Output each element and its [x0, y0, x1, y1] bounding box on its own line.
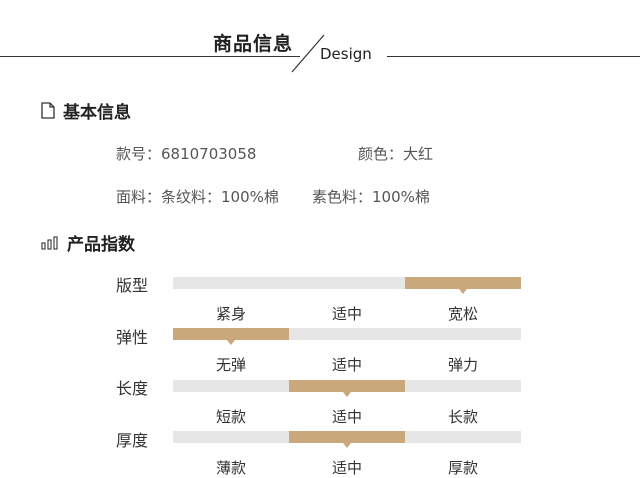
product-index-heading: 产品指数: [41, 230, 135, 255]
option-thickness-2: 厚款: [447, 459, 478, 477]
index-marker-fit: [405, 277, 521, 294]
plain-fabric-value: 素色料：100%棉: [312, 188, 430, 206]
index-track-elasticity: [173, 328, 521, 345]
index-label-thickness: 厚度: [116, 431, 149, 450]
basic-info-heading: 基本信息: [41, 98, 131, 123]
index-track-length: [173, 380, 521, 397]
product-index-title: 产品指数: [67, 235, 135, 255]
color-value: 颜色：大红: [358, 145, 434, 163]
option-fit-1: 适中: [331, 305, 362, 323]
option-elasticity-2: 弹力: [447, 356, 478, 374]
option-elasticity-1: 适中: [331, 356, 362, 374]
index-label-length: 长度: [116, 379, 149, 398]
index-marker-thickness: [289, 431, 405, 448]
style-number: 款号：6810703058: [116, 145, 257, 163]
option-thickness-1: 适中: [331, 459, 362, 477]
option-length-0: 短款: [215, 408, 246, 426]
option-thickness-0: 薄款: [215, 459, 246, 477]
index-marker-elasticity: [173, 328, 289, 345]
fabric-value: 面料：条纹料：100%棉: [116, 188, 279, 206]
header-line-left: [0, 56, 300, 57]
index-marker-length: [289, 380, 405, 397]
option-fit-0: 紧身: [215, 305, 246, 323]
index-label-elasticity: 弹性: [116, 328, 149, 347]
page-subtitle: Design: [320, 45, 372, 63]
page-title: 商品信息: [213, 33, 294, 55]
option-length-1: 适中: [331, 408, 362, 426]
option-fit-2: 宽松: [447, 305, 478, 323]
option-elasticity-0: 无弹: [215, 356, 246, 374]
basic-info-title: 基本信息: [63, 103, 131, 123]
header-line-right: [387, 56, 640, 57]
index-track-thickness: [173, 431, 521, 448]
bar-chart-icon: [41, 235, 59, 250]
document-icon: [41, 102, 55, 119]
index-label-fit: 版型: [116, 276, 149, 295]
index-track-fit: [173, 277, 521, 294]
option-length-2: 长款: [447, 408, 478, 426]
